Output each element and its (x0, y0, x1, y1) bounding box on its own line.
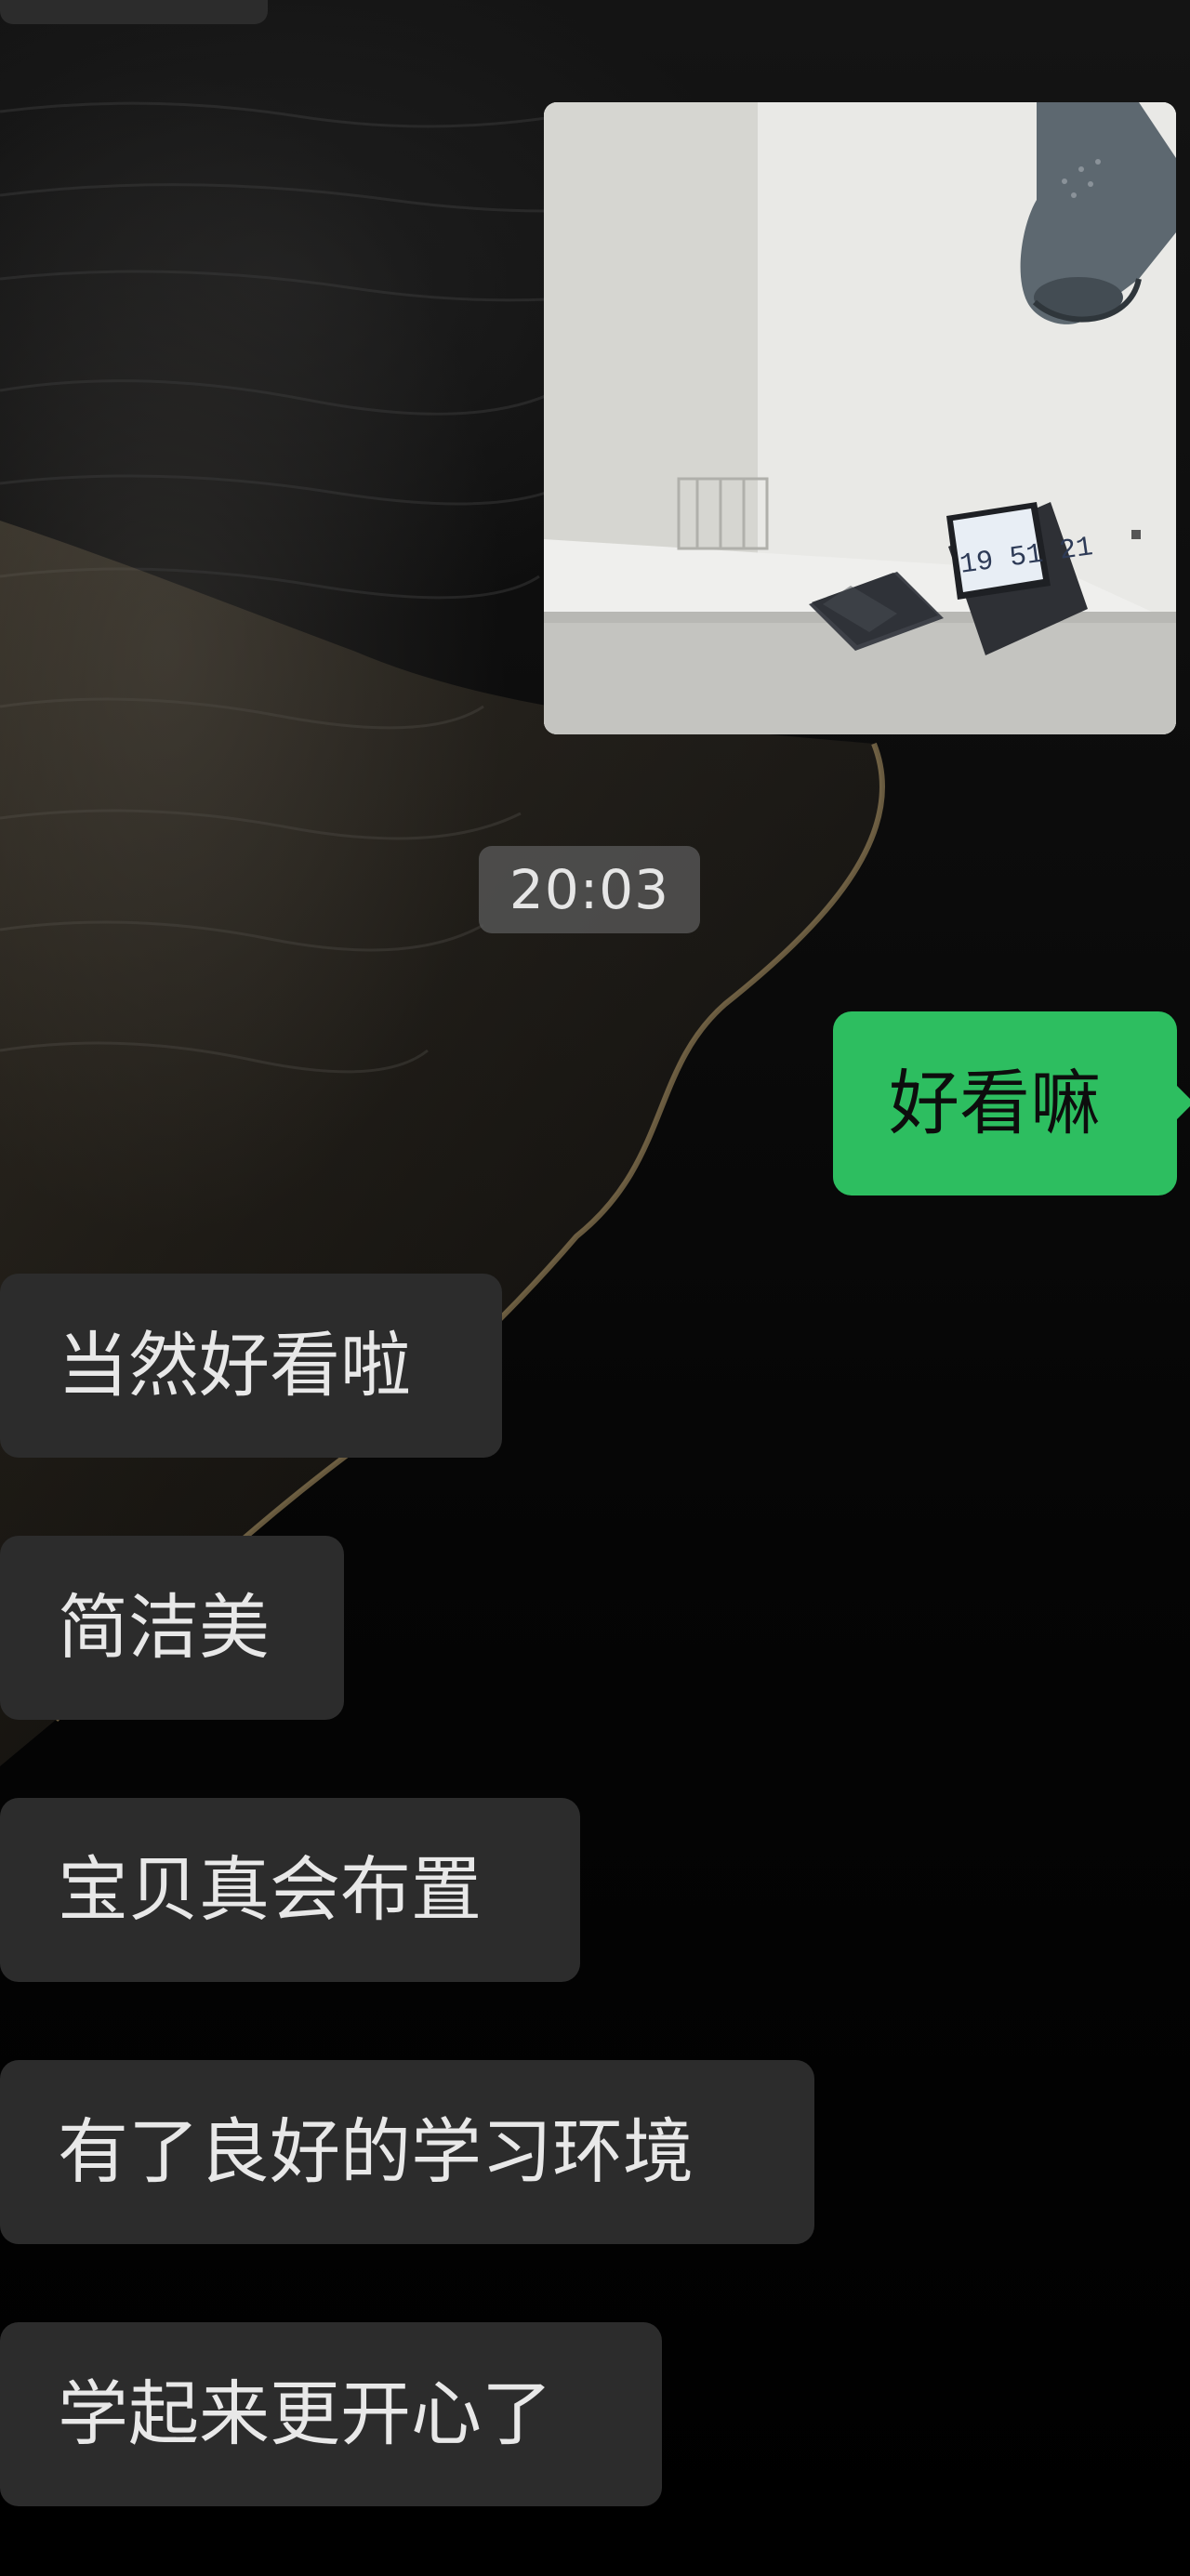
incoming-message-bubble[interactable]: 宝贝真会布置 (0, 1798, 580, 1982)
previous-message-bubble[interactable] (0, 0, 268, 24)
photo-message[interactable]: 19 51 21 (544, 102, 1176, 734)
message-timestamp: 20:03 (479, 846, 700, 933)
desk-photo-image: 19 51 21 (544, 102, 1176, 734)
incoming-message-bubble[interactable]: 当然好看啦 (0, 1274, 502, 1458)
incoming-message-bubble[interactable]: 简洁美 (0, 1536, 344, 1720)
incoming-message-bubble[interactable]: 有了良好的学习环境 (0, 2060, 814, 2244)
outgoing-message-bubble[interactable]: 好看嘛 (833, 1011, 1190, 1196)
incoming-message-bubble[interactable]: 学起来更开心了 (0, 2322, 662, 2506)
